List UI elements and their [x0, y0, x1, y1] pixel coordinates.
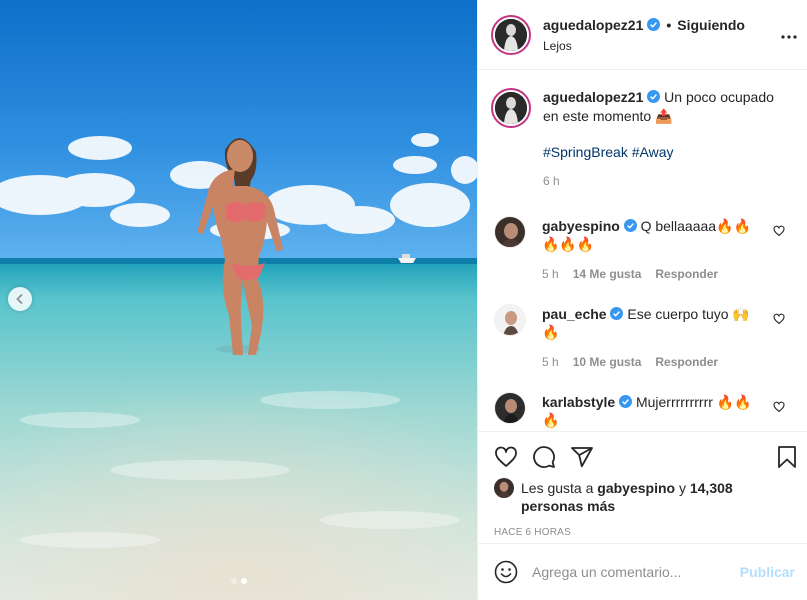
post-location[interactable]: Lejos	[543, 39, 793, 53]
heart-icon	[773, 225, 785, 237]
share-button[interactable]	[570, 445, 594, 469]
emoji-icon	[494, 560, 518, 584]
heart-icon	[773, 313, 785, 325]
bookmark-icon	[778, 446, 796, 468]
chevron-left-icon	[16, 294, 23, 304]
following-button[interactable]: Siguiendo	[677, 17, 745, 33]
caption-time[interactable]: 6 h	[543, 174, 793, 188]
paper-plane-icon	[571, 447, 593, 468]
likes-prefix: Les gusta a	[521, 480, 594, 496]
caption-avatar[interactable]	[491, 88, 531, 128]
comment-like-button[interactable]	[773, 400, 785, 416]
comment-like-button[interactable]	[773, 312, 785, 328]
comment-username[interactable]: karlabstyle	[542, 394, 615, 410]
avatar-image	[495, 217, 525, 247]
caption-username[interactable]: aguedalopez21	[543, 89, 643, 105]
likes-summary: Les gusta a gabyespino y 14,308 personas…	[478, 478, 807, 515]
save-button[interactable]	[775, 445, 799, 469]
comment-item: gabyespino Q bellaaaaa🔥🔥🔥🔥🔥 5 h 14 Me gu…	[494, 216, 793, 283]
comment-time[interactable]: 5 h	[542, 265, 559, 283]
comment-input[interactable]	[532, 564, 740, 580]
beach-photo	[0, 0, 477, 600]
comment-icon	[533, 446, 555, 468]
verified-badge-icon	[610, 307, 624, 320]
post-timestamp[interactable]: Hace 6 horas	[478, 527, 807, 538]
likes-joiner: y	[678, 480, 686, 496]
previous-slide-button[interactable]	[8, 287, 32, 311]
emoji-button[interactable]	[494, 560, 518, 584]
liker-avatar[interactable]	[494, 478, 514, 498]
comment-avatar[interactable]	[494, 304, 526, 336]
comment-time[interactable]: 5 h	[542, 353, 559, 371]
post-header: aguedalopez21 • Siguiendo Lejos	[478, 0, 807, 70]
add-comment-bar: Publicar	[478, 543, 807, 600]
avatar-image	[495, 393, 525, 423]
avatar-image	[494, 478, 514, 498]
caption-hashtags[interactable]: #SpringBreak #Away	[543, 143, 793, 162]
post-photo[interactable]	[0, 0, 477, 600]
liker-username[interactable]: gabyespino	[597, 480, 675, 496]
verified-badge-icon	[623, 219, 637, 232]
comment-username[interactable]: gabyespino	[542, 218, 620, 234]
post-caption: aguedalopez21 Un poco ocupado en este mo…	[478, 70, 807, 188]
verified-badge-icon	[647, 18, 661, 31]
verified-badge-icon	[647, 90, 661, 103]
post-actions: Les gusta a gabyespino y 14,308 personas…	[478, 431, 807, 543]
heart-icon	[773, 401, 785, 413]
post-comment-button[interactable]: Publicar	[740, 564, 795, 580]
comment-item: karlabstyle Mujerrrrrrrrrr 🔥🔥🔥	[494, 392, 793, 429]
more-options-button[interactable]	[781, 26, 797, 42]
carousel-dot-active	[240, 578, 247, 584]
heart-icon	[495, 446, 517, 467]
comment-reply-button[interactable]: Responder	[655, 265, 718, 283]
comment-reply-button[interactable]: Responder	[655, 353, 718, 371]
author-username[interactable]: aguedalopez21	[543, 17, 643, 33]
avatar-image	[495, 305, 525, 335]
like-button[interactable]	[494, 445, 518, 469]
comment-avatar[interactable]	[494, 216, 526, 248]
comment-likes[interactable]: 14 Me gusta	[573, 265, 642, 283]
carousel-dot	[230, 578, 237, 584]
comment-avatar[interactable]	[494, 392, 526, 424]
separator-dot: •	[666, 16, 672, 33]
more-options-icon	[781, 35, 797, 39]
author-avatar[interactable]	[491, 14, 531, 55]
comment-button[interactable]	[532, 445, 556, 469]
avatar-image	[495, 18, 527, 51]
comments-section[interactable]: aguedalopez21 Un poco ocupado en este mo…	[478, 70, 807, 431]
comment-item: pau_eche Ese cuerpo tuyo 🙌🔥 5 h 10 Me gu…	[494, 304, 793, 371]
comment-like-button[interactable]	[773, 224, 785, 240]
post-side-panel: aguedalopez21 • Siguiendo Lejos aguedalo…	[477, 0, 807, 600]
avatar-image	[495, 92, 527, 124]
post-modal: aguedalopez21 • Siguiendo Lejos aguedalo…	[0, 0, 807, 600]
carousel-indicator	[0, 578, 477, 584]
verified-badge-icon	[619, 395, 633, 408]
comment-username[interactable]: pau_eche	[542, 306, 607, 322]
comment-likes[interactable]: 10 Me gusta	[573, 353, 642, 371]
